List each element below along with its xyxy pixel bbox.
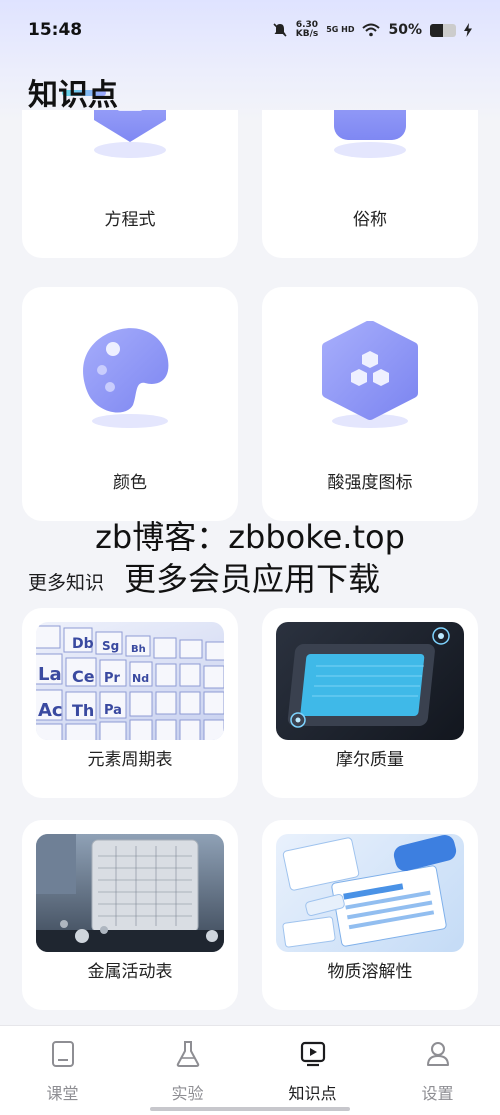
tab-classroom[interactable]: 课堂 bbox=[0, 1026, 125, 1115]
network-type: 5G HD bbox=[326, 25, 355, 34]
tab-label: 设置 bbox=[421, 1084, 454, 1103]
card-label: 金属活动表 bbox=[87, 962, 173, 982]
svg-text:Ce: Ce bbox=[72, 667, 95, 686]
card-label: 物质溶解性 bbox=[327, 962, 413, 982]
svg-text:Db: Db bbox=[72, 636, 94, 652]
svg-text:La: La bbox=[38, 664, 62, 685]
watermark-line-1: zb博客：zbboke.top bbox=[95, 518, 405, 556]
card-label: 颜色 bbox=[113, 473, 147, 493]
tab-label: 知识点 bbox=[288, 1084, 337, 1103]
svg-text:Ac: Ac bbox=[38, 700, 63, 721]
svg-text:Pa: Pa bbox=[104, 703, 122, 718]
wifi-icon bbox=[362, 23, 381, 37]
bottom-tab-bar: 课堂 实验 知识点 设置 bbox=[0, 1025, 500, 1115]
card-periodic-table[interactable]: Db Sg Bh La Ce Pr Nd Ac Th Pa 元素周期表 bbox=[22, 608, 238, 798]
card-label: 方程式 bbox=[104, 210, 156, 230]
play-screen-icon bbox=[300, 1041, 325, 1067]
status-bar: 15:48 6.30 KB/s 5G HD 50% bbox=[0, 0, 500, 60]
card-label: 元素周期表 bbox=[87, 750, 173, 770]
card-common-names[interactable]: 俗称 bbox=[262, 110, 478, 258]
page-title: 知识点 bbox=[28, 78, 118, 113]
tab-knowledge[interactable]: 知识点 bbox=[250, 1026, 375, 1115]
molecule-hexagon-icon bbox=[322, 321, 418, 428]
card-colors[interactable]: 颜色 bbox=[22, 287, 238, 521]
tab-experiment[interactable]: 实验 bbox=[125, 1026, 250, 1115]
tablet-graphic bbox=[36, 834, 224, 952]
flask-icon bbox=[176, 1041, 199, 1067]
card-label: 俗称 bbox=[353, 210, 387, 230]
tab-settings[interactable]: 设置 bbox=[375, 1026, 500, 1115]
svg-text:Sg: Sg bbox=[102, 639, 119, 653]
rounded-square-icon bbox=[334, 110, 406, 158]
card-solubility[interactable]: 物质溶解性 bbox=[262, 820, 478, 1010]
charging-icon bbox=[464, 23, 472, 37]
tab-label: 课堂 bbox=[46, 1084, 79, 1103]
mole-mass-device-image bbox=[276, 622, 464, 740]
periodic-table-image: Db Sg Bh La Ce Pr Nd Ac Th Pa bbox=[36, 622, 224, 740]
periodic-table-graphic: Db Sg Bh La Ce Pr Nd Ac Th Pa bbox=[36, 625, 224, 740]
svg-text:Th: Th bbox=[72, 701, 94, 720]
watermark-line-2: 更多会员应用下载 bbox=[123, 560, 380, 598]
home-indicator[interactable] bbox=[150, 1107, 350, 1111]
status-indicators: 6.30 KB/s 5G HD 50% bbox=[272, 21, 472, 39]
status-time: 15:48 bbox=[28, 20, 83, 40]
documents-graphic bbox=[282, 835, 457, 948]
mute-bell-icon bbox=[273, 23, 287, 37]
solubility-docs-image bbox=[276, 834, 464, 952]
battery-icon bbox=[430, 23, 456, 37]
card-metal-activity[interactable]: 金属活动表 bbox=[22, 820, 238, 1010]
book-icon bbox=[51, 1041, 74, 1067]
card-equation[interactable]: 方程式 bbox=[22, 110, 238, 258]
svg-text:Bh: Bh bbox=[131, 644, 146, 655]
hexagon-shape-icon bbox=[94, 110, 166, 158]
palette-icon bbox=[83, 328, 169, 428]
battery-percent: 50% bbox=[388, 22, 422, 38]
svg-text:Pr: Pr bbox=[104, 671, 121, 686]
card-acid-strength[interactable]: 酸强度图标 bbox=[262, 287, 478, 521]
net-speed: 6.30 KB/s bbox=[295, 20, 319, 39]
svg-text:Nd: Nd bbox=[132, 672, 149, 685]
metal-activity-tablet-image bbox=[36, 834, 224, 952]
card-label: 摩尔质量 bbox=[336, 750, 404, 770]
device-graphic bbox=[287, 627, 450, 728]
card-molar-mass[interactable]: 摩尔质量 bbox=[262, 608, 478, 798]
card-label: 酸强度图标 bbox=[327, 473, 413, 493]
tab-label: 实验 bbox=[171, 1084, 204, 1103]
battery-fill bbox=[430, 23, 443, 37]
person-icon bbox=[426, 1042, 449, 1066]
